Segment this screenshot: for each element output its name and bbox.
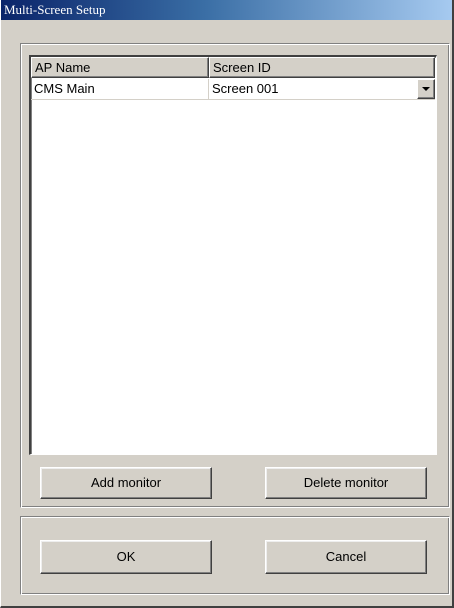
screen-assignment-list[interactable]: AP Name Screen ID CMS Main Screen 001 (29, 55, 437, 455)
title-bar: Multi-Screen Setup (1, 0, 452, 20)
window-title: Multi-Screen Setup (4, 2, 106, 17)
ap-name-cell[interactable]: CMS Main (31, 79, 209, 100)
delete-monitor-button[interactable]: Delete monitor (265, 467, 427, 499)
table-row[interactable]: CMS Main Screen 001 (31, 79, 435, 100)
column-header-screen-id[interactable]: Screen ID (209, 57, 435, 78)
list-header: AP Name Screen ID (31, 57, 436, 78)
add-monitor-button[interactable]: Add monitor (40, 467, 212, 499)
column-header-ap-name[interactable]: AP Name (31, 57, 209, 78)
multi-screen-setup-dialog: Multi-Screen Setup AP Name Screen ID CMS… (0, 0, 454, 608)
chevron-down-icon (422, 87, 430, 91)
screen-id-value: Screen 001 (212, 81, 279, 96)
cancel-button[interactable]: Cancel (265, 540, 427, 574)
ok-button[interactable]: OK (40, 540, 212, 574)
screen-id-combo[interactable]: Screen 001 (209, 79, 435, 100)
screen-id-dropdown-button[interactable] (417, 79, 435, 99)
